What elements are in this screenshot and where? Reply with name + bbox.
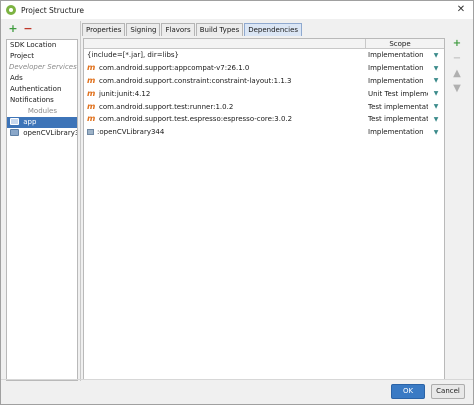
sidebar-item-label: Notifications [10, 96, 54, 104]
dependency-name-cell: {include=[*.jar], dir=libs} [84, 51, 366, 59]
dependency-name: {include=[*.jar], dir=libs} [87, 51, 179, 60]
project-structure-dialog: Project Structure ✕ + − SDK Location Pro… [0, 0, 474, 405]
left-toolbar: + − [7, 23, 34, 37]
dependency-name: com.android.support.test.espresso:espres… [99, 115, 293, 124]
scope-value[interactable]: Unit Test impleme... [366, 90, 428, 98]
scope-dropdown-icon[interactable]: ▼ [428, 129, 444, 136]
tab-flavors[interactable]: Flavors [161, 23, 195, 36]
table-header: Scope [84, 39, 444, 49]
scope-value[interactable]: Implementation [366, 77, 428, 85]
sidebar-header-modules: Modules [7, 106, 77, 117]
close-icon[interactable]: ✕ [455, 4, 467, 16]
tab-properties[interactable]: Properties [82, 23, 126, 36]
scope-dropdown-icon[interactable]: ▼ [428, 116, 444, 123]
maven-icon: m [87, 102, 96, 111]
scope-dropdown-icon[interactable]: ▼ [428, 90, 444, 97]
window-title: Project Structure [21, 5, 84, 15]
ok-button[interactable]: OK [391, 384, 425, 399]
maven-icon: m [87, 76, 96, 85]
cancel-button[interactable]: Cancel [431, 384, 465, 399]
sidebar-item-label: app [23, 118, 37, 126]
android-studio-icon [6, 5, 16, 15]
remove-icon[interactable]: − [22, 23, 34, 35]
dependency-name-cell: :openCVLibrary344 [84, 128, 366, 136]
add-icon[interactable]: + [7, 23, 19, 35]
column-header-scope[interactable]: Scope [366, 39, 434, 48]
dependency-name: com.android.support:appcompat-v7:26.1.0 [99, 64, 250, 73]
remove-dependency-icon[interactable]: − [451, 54, 463, 65]
tab-signing[interactable]: Signing [126, 23, 161, 36]
sidebar-header-label: Developer Services [9, 63, 77, 71]
maven-icon: m [87, 64, 96, 73]
sidebar-header-developer-services: Developer Services [7, 62, 77, 73]
module-folder-icon [10, 118, 19, 125]
scope-value[interactable]: Implementation [366, 128, 428, 136]
table-row[interactable]: m com.android.support.constraint:constrai… [84, 75, 444, 88]
settings-tree: SDK Location Project Developer Services … [6, 39, 78, 381]
table-row[interactable]: m com.android.support:appcompat-v7:26.1.0… [84, 62, 444, 75]
tab-dependencies[interactable]: Dependencies [244, 23, 303, 36]
sidebar-item-app[interactable]: app [7, 117, 77, 128]
tab-bar: Properties Signing Flavors Build Types D… [82, 23, 303, 36]
table-row[interactable]: :openCVLibrary344 Implementation ▼ [84, 126, 444, 139]
table-row[interactable]: m com.android.support.test:runner:1.0.2 Te… [84, 100, 444, 113]
table-toolbar: + − ▲ ▼ [449, 39, 465, 95]
table-row[interactable]: mjunit:junit:4.12Unit Test impleme...▼ [84, 87, 444, 100]
dependency-name-cell: m junit:junit:4.12 [84, 90, 366, 98]
scope-dropdown-icon[interactable]: ▼ [428, 65, 444, 72]
scope-value[interactable]: Test implementation [366, 115, 428, 123]
dependency-name-cell: m com.android.support.test:runner:1.0.2 [84, 103, 366, 111]
maven-icon: m [87, 115, 96, 124]
scope-dropdown-icon[interactable]: ▼ [428, 103, 444, 110]
scope-value[interactable]: Implementation [366, 64, 428, 72]
dependencies-table: Scope {include=[*.jar], dir=libs} Impleme… [83, 38, 445, 380]
scope-dropdown-icon[interactable]: ▼ [428, 77, 444, 84]
sidebar-item-notifications[interactable]: Notifications [7, 95, 77, 106]
scope-value[interactable]: Implementation [366, 51, 428, 59]
dependency-name-cell: m com.android.support:appcompat-v7:26.1.0 [84, 64, 366, 72]
sidebar-item-label: openCVLibrary344 [23, 129, 77, 137]
sidebar-item-label: Project [10, 52, 34, 60]
move-up-icon[interactable]: ▲ [451, 69, 463, 80]
table-body: {include=[*.jar], dir=libs} Implementatio… [84, 49, 444, 139]
module-folder-icon [10, 129, 19, 136]
sidebar-item-label: Ads [10, 74, 23, 82]
sidebar-header-label: Modules [27, 107, 57, 115]
panel-splitter[interactable] [80, 21, 81, 381]
tab-build-types[interactable]: Build Types [195, 23, 244, 36]
table-row[interactable]: m com.android.support.test.espresso:espre… [84, 113, 444, 126]
footer-divider [1, 379, 473, 380]
sidebar-item-label: Authentication [10, 85, 62, 93]
sidebar-item-project[interactable]: Project [7, 51, 77, 62]
dependency-name: com.android.support.constraint:constrain… [99, 76, 292, 85]
dependency-name-cell: m com.android.support.constraint:constrai… [84, 77, 366, 85]
sidebar-item-ads[interactable]: Ads [7, 73, 77, 84]
sidebar-item-label: SDK Location [10, 41, 57, 49]
move-down-icon[interactable]: ▼ [451, 84, 463, 95]
maven-icon: m [87, 89, 96, 98]
sidebar-item-authentication[interactable]: Authentication [7, 84, 77, 95]
sidebar-item-opencvlibrary[interactable]: openCVLibrary344 [7, 128, 77, 139]
add-dependency-icon[interactable]: + [451, 39, 463, 50]
module-icon [87, 129, 94, 136]
scope-value[interactable]: Test implementation [366, 103, 428, 111]
title-bar: Project Structure ✕ [1, 1, 473, 19]
dependency-name: com.android.support.test:runner:1.0.2 [99, 102, 234, 111]
table-row[interactable]: {include=[*.jar], dir=libs} Implementatio… [84, 49, 444, 62]
scope-dropdown-icon[interactable]: ▼ [428, 52, 444, 59]
column-header-name[interactable] [84, 39, 366, 48]
dependency-name: :openCVLibrary344 [97, 128, 165, 137]
sidebar-item-sdk-location[interactable]: SDK Location [7, 40, 77, 51]
dependency-name: junit:junit:4.12 [99, 89, 151, 98]
dependency-name-cell: m com.android.support.test.espresso:espre… [84, 115, 366, 123]
